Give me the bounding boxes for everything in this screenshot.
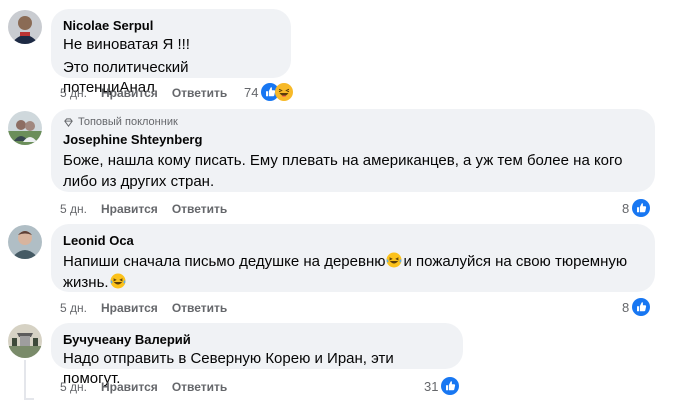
comment-bubble: Топовый поклонник Josephine Shteynberg Б… <box>51 109 655 192</box>
comment-author[interactable]: Josephine Shteynberg <box>63 131 643 148</box>
like-icon <box>632 199 650 217</box>
reply-button[interactable]: Ответить <box>172 301 227 315</box>
comment-timestamp[interactable]: 5 дн. <box>60 202 87 216</box>
comment-actions: 5 дн. Нравится Ответить <box>60 202 227 216</box>
comment-text: Напиши сначала письмо дедушке на деревню… <box>63 252 643 272</box>
comment-actions: 5 дн. Нравится Ответить <box>60 380 227 394</box>
comment-text: Боже, нашла кому писать. Ему плевать на … <box>63 152 623 169</box>
like-button[interactable]: Нравится <box>101 301 158 315</box>
reply-button[interactable]: Ответить <box>172 86 227 100</box>
like-button[interactable]: Нравится <box>101 202 158 216</box>
comment-text: Не виноватая Я !!! <box>63 36 190 53</box>
diamond-icon <box>64 117 73 127</box>
reaction-count: 8 <box>622 200 630 216</box>
avatar[interactable] <box>8 324 42 358</box>
reaction-summary[interactable]: 74 <box>244 83 293 101</box>
reaction-count: 74 <box>244 84 259 100</box>
reaction-summary[interactable]: 8 <box>622 199 650 217</box>
reaction-summary[interactable]: 31 <box>424 377 459 395</box>
comment-bubble: Бучучеану Валерий Надо отправить в Север… <box>51 323 463 387</box>
reply-button[interactable]: Ответить <box>172 380 227 394</box>
comment-author[interactable]: Leonid Oca <box>63 232 643 249</box>
thread-line <box>24 360 26 400</box>
reply-button[interactable]: Ответить <box>172 202 227 216</box>
haha-icon <box>275 83 293 101</box>
comment-actions: 5 дн. Нравится Ответить <box>60 301 227 315</box>
comment-actions: 5 дн. Нравится Ответить <box>60 86 227 100</box>
avatar[interactable] <box>8 225 42 259</box>
comment-bubble: Leonid Oca Напиши сначала письмо дедушке… <box>51 224 655 292</box>
comment-timestamp[interactable]: 5 дн. <box>60 86 87 100</box>
like-button[interactable]: Нравится <box>101 380 158 394</box>
comment-text-part: Напиши сначала письмо дедушке на деревню <box>63 253 386 270</box>
like-button[interactable]: Нравится <box>101 86 158 100</box>
comment-bubble: Nicolae Serpul Не виноватая Я !!! Это по… <box>51 9 291 96</box>
reaction-summary[interactable]: 8 <box>622 298 650 316</box>
reaction-count: 31 <box>424 378 439 394</box>
comment-text: жизнь. <box>63 273 643 293</box>
avatar[interactable] <box>8 10 42 44</box>
like-icon <box>632 298 650 316</box>
comment-timestamp[interactable]: 5 дн. <box>60 380 87 394</box>
avatar[interactable] <box>8 111 42 145</box>
laughing-emoji-icon <box>110 273 126 289</box>
like-icon <box>441 377 459 395</box>
comment-timestamp[interactable]: 5 дн. <box>60 301 87 315</box>
comment-author[interactable]: Бучучеану Валерий <box>63 331 451 348</box>
badge-label: Топовый поклонник <box>78 116 178 128</box>
comment-author[interactable]: Nicolae Serpul <box>63 17 279 34</box>
comment-text: либо из других стран. <box>63 173 215 190</box>
laughing-emoji-icon <box>386 252 402 268</box>
top-fan-badge: Топовый поклонник <box>63 115 643 129</box>
comment-text-part: и пожалуйся на свою тюремную <box>403 253 628 270</box>
comment-text-part: жизнь. <box>63 274 109 291</box>
thread-line <box>24 398 34 400</box>
reaction-count: 8 <box>622 299 630 315</box>
